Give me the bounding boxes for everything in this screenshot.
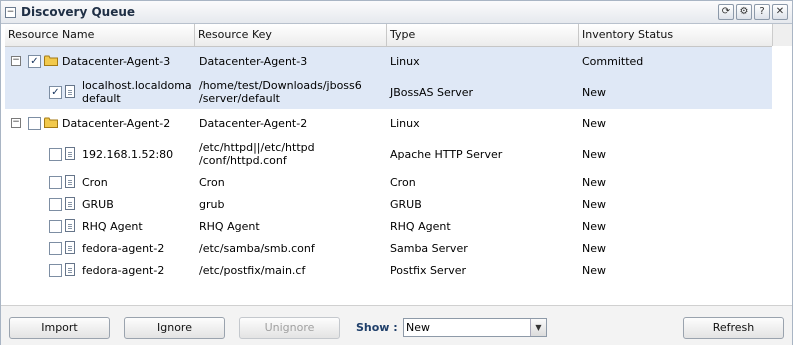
inventory-status: New <box>582 197 606 211</box>
folder-icon <box>44 55 58 66</box>
folder-icon <box>44 117 58 128</box>
resource-name: Datacenter-Agent-3 <box>62 54 171 68</box>
settings-icon[interactable]: ⚙ <box>736 4 752 20</box>
title-bar: − Discovery Queue ⟳ ⚙ ? ✕ <box>1 1 792 24</box>
window-title: Discovery Queue <box>21 5 136 19</box>
table-row[interactable]: − ✓ Datacenter-Agent-3 Datacenter-Agent-3 Li… <box>5 47 772 75</box>
resource-key: Cron <box>199 175 225 189</box>
inventory-status: New <box>582 241 606 255</box>
resource-key: /etc/samba/smb.conf <box>199 241 315 255</box>
close-icon[interactable]: ✕ <box>772 4 788 20</box>
inventory-status: New <box>582 263 606 277</box>
footer-toolbar: Import Ignore Unignore Show : New ▼ Refr… <box>1 305 792 345</box>
row-checkbox[interactable] <box>28 117 41 130</box>
resource-key: Datacenter-Agent-3 <box>199 54 308 68</box>
inventory-status: New <box>582 85 606 99</box>
inventory-status: New <box>582 147 606 161</box>
chevron-down-icon[interactable]: ▼ <box>530 319 546 336</box>
ignore-button[interactable]: Ignore <box>124 317 225 339</box>
resource-name: fedora-agent-2 <box>82 241 165 255</box>
show-select-value: New <box>406 321 430 334</box>
row-checkbox[interactable] <box>49 220 62 233</box>
resource-name: 192.168.1.52:80 <box>82 147 174 161</box>
resource-type: Cron <box>390 175 416 189</box>
import-button[interactable]: Import <box>9 317 110 339</box>
resource-type: GRUB <box>390 197 422 211</box>
resource-key: /etc/httpd||/etc/httpd /conf/httpd.conf <box>199 141 315 167</box>
tree-toggle-icon[interactable]: − <box>11 56 21 66</box>
discovery-queue-window: − Discovery Queue ⟳ ⚙ ? ✕ Resource Name … <box>0 0 793 345</box>
grid-header: Resource Name Resource Key Type Inventor… <box>5 24 772 47</box>
help-icon[interactable]: ? <box>754 4 770 20</box>
inventory-status: New <box>582 175 606 189</box>
collapse-icon[interactable]: − <box>5 7 16 18</box>
resource-name: Datacenter-Agent-2 <box>62 116 171 130</box>
resource-name: GRUB <box>82 197 114 211</box>
table-row[interactable]: fedora-agent-2/etc/postfix/main.cf Postfi… <box>5 259 772 281</box>
document-icon <box>65 219 75 232</box>
resource-type: Linux <box>390 54 420 68</box>
resource-key: Datacenter-Agent-2 <box>199 116 308 130</box>
inventory-status: New <box>582 116 606 130</box>
row-checkbox[interactable]: ✓ <box>28 55 41 68</box>
resource-key: /etc/postfix/main.cf <box>199 263 306 277</box>
document-icon <box>65 147 75 160</box>
table-row[interactable]: RHQ Agent RHQ Agent RHQ Agent New <box>5 215 772 237</box>
tree-toggle-icon[interactable]: − <box>11 118 21 128</box>
column-header-resource-key[interactable]: Resource Key <box>195 24 387 46</box>
resource-key: /home/test/Downloads/jboss6 /server/defa… <box>199 79 362 105</box>
inventory-status: New <box>582 219 606 233</box>
scrollbar-header-corner <box>772 24 792 46</box>
table-row[interactable]: 192.168.1.52:80/etc/httpd||/etc/httpd /c… <box>5 137 772 171</box>
column-header-inventory-status[interactable]: Inventory Status <box>579 24 772 46</box>
document-icon <box>65 85 75 98</box>
column-header-type[interactable]: Type <box>387 24 579 46</box>
table-row[interactable]: GRUB grub GRUB New <box>5 193 772 215</box>
document-icon <box>65 241 75 254</box>
resource-name: RHQ Agent <box>82 219 143 233</box>
resource-type: Linux <box>390 116 420 130</box>
document-icon <box>65 197 75 210</box>
resource-name: localhost.localdoma default <box>82 79 192 105</box>
row-checkbox[interactable]: ✓ <box>49 86 62 99</box>
row-checkbox[interactable] <box>49 264 62 277</box>
resource-key: RHQ Agent <box>199 219 260 233</box>
resource-type: JBossAS Server <box>390 85 474 99</box>
row-checkbox[interactable] <box>49 242 62 255</box>
resource-type: Postfix Server <box>390 263 467 277</box>
resource-type: RHQ Agent <box>390 219 451 233</box>
document-icon <box>65 175 75 188</box>
document-icon <box>65 263 75 276</box>
table-row[interactable]: − Datacenter-Agent-2 Datacenter-Agent-2 Lin… <box>5 109 772 137</box>
row-checkbox[interactable] <box>49 198 62 211</box>
show-label: Show : <box>356 321 398 334</box>
resource-name: fedora-agent-2 <box>82 263 165 277</box>
table-row[interactable]: ✓ localhost.localdoma default/home/test/D… <box>5 75 772 109</box>
show-select[interactable]: New ▼ <box>403 318 547 337</box>
resource-type: Apache HTTP Server <box>390 147 503 161</box>
unignore-button: Unignore <box>239 317 340 339</box>
resource-type: Samba Server <box>390 241 468 255</box>
discovery-grid: − ✓ Datacenter-Agent-3 Datacenter-Agent-3 Li… <box>5 47 772 303</box>
refresh-button[interactable]: Refresh <box>683 317 784 339</box>
refresh-icon[interactable]: ⟳ <box>718 4 734 20</box>
row-checkbox[interactable] <box>49 148 62 161</box>
table-row[interactable]: fedora-agent-2/etc/samba/smb.conf Samba S… <box>5 237 772 259</box>
inventory-status: Committed <box>582 54 644 68</box>
resource-key: grub <box>199 197 225 211</box>
table-row[interactable]: Cron Cron Cron New <box>5 171 772 193</box>
resource-name: Cron <box>82 175 108 189</box>
row-checkbox[interactable] <box>49 176 62 189</box>
column-header-resource-name[interactable]: Resource Name <box>5 24 195 46</box>
